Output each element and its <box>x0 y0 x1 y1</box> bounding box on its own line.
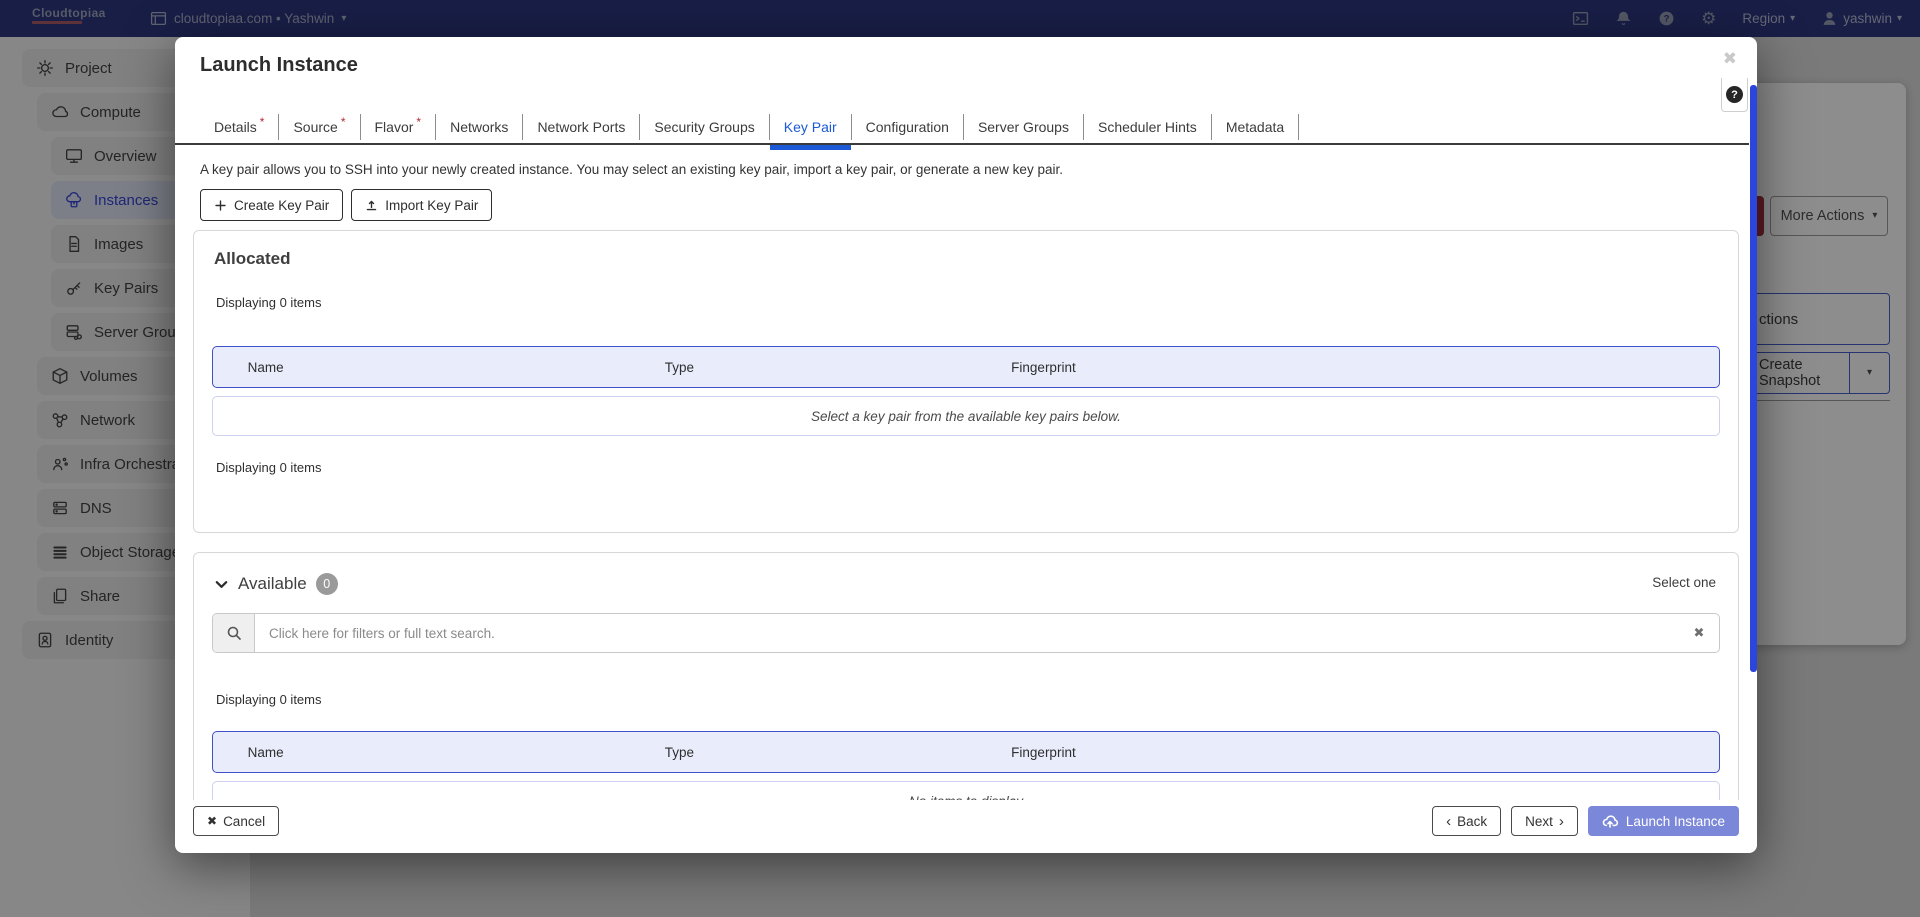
available-panel: Available 0 Select one ✖ Displaying 0 it… <box>193 552 1739 800</box>
clear-search-icon[interactable]: ✖ <box>1679 614 1719 652</box>
allocated-title: Allocated <box>214 249 1738 269</box>
select-one-hint: Select one <box>1652 575 1716 590</box>
available-header: Available 0 Select one <box>214 569 1718 599</box>
search-icon <box>213 614 255 652</box>
create-key-pair-button[interactable]: Create Key Pair <box>200 189 343 221</box>
tab-networks[interactable]: Networks <box>436 111 522 143</box>
key-pair-actions: Create Key Pair Import Key Pair <box>200 189 492 221</box>
filter-search-input[interactable] <box>255 614 1679 652</box>
available-empty-row: No items to display <box>212 781 1720 800</box>
launch-instance-modal: Launch Instance ✖ Details* Source* Flavo… <box>175 37 1757 853</box>
tab-metadata[interactable]: Metadata <box>1212 111 1298 143</box>
tab-network-ports[interactable]: Network Ports <box>523 111 639 143</box>
column-header-name[interactable]: Name <box>248 732 284 772</box>
allocated-panel: Allocated Displaying 0 items Name Type F… <box>193 230 1739 533</box>
required-asterisk: * <box>341 115 346 129</box>
back-button[interactable]: ‹ Back <box>1432 806 1501 836</box>
modal-footer: ✖ Cancel ‹ Back Next › Launch Instance <box>175 800 1757 853</box>
wizard-nav-buttons: ‹ Back Next › Launch Instance <box>1432 806 1739 836</box>
column-header-type[interactable]: Type <box>665 732 694 772</box>
tab-scheduler-hints[interactable]: Scheduler Hints <box>1084 111 1211 143</box>
allocated-table-header: Name Type Fingerprint <box>212 346 1720 388</box>
chevron-down-icon[interactable] <box>214 577 229 592</box>
available-title: Available <box>238 574 307 594</box>
tab-key-pair[interactable]: Key Pair <box>770 111 851 143</box>
application-root: Cloudtopiaa cloudtopiaa.com • Yashwin ▾ … <box>0 0 1920 917</box>
column-header-name[interactable]: Name <box>248 347 284 387</box>
key-pair-step-body: A key pair allows you to SSH into your n… <box>175 147 1757 800</box>
key-pair-description: A key pair allows you to SSH into your n… <box>200 162 1063 177</box>
plus-icon <box>214 199 227 212</box>
upload-icon <box>365 199 378 212</box>
chevron-left-icon: ‹ <box>1446 815 1451 828</box>
tab-flavor[interactable]: Flavor* <box>361 111 436 143</box>
tab-separator <box>1298 114 1299 140</box>
available-table-header: Name Type Fingerprint <box>212 731 1720 773</box>
required-asterisk: * <box>416 115 421 129</box>
column-header-fingerprint[interactable]: Fingerprint <box>1011 732 1076 772</box>
filter-search-bar: ✖ <box>212 613 1720 653</box>
allocated-empty-message: Select a key pair from the available key… <box>811 409 1121 424</box>
tab-security-groups[interactable]: Security Groups <box>640 111 768 143</box>
launch-instance-button[interactable]: Launch Instance <box>1588 806 1739 836</box>
allocated-empty-row: Select a key pair from the available key… <box>212 396 1720 436</box>
chevron-right-icon: › <box>1559 815 1564 828</box>
modal-title: Launch Instance <box>200 54 358 77</box>
help-button[interactable]: ? <box>1721 78 1748 112</box>
required-asterisk: * <box>260 115 265 129</box>
wizard-tab-strip: Details* Source* Flavor* Networks Networ… <box>200 111 1299 143</box>
available-count: Displaying 0 items <box>216 692 1738 707</box>
help-icon: ? <box>1726 86 1743 103</box>
cloud-upload-icon <box>1602 813 1618 829</box>
allocated-count-bottom: Displaying 0 items <box>216 460 1738 475</box>
tab-configuration[interactable]: Configuration <box>852 111 963 143</box>
tab-source[interactable]: Source* <box>279 111 359 143</box>
tab-details[interactable]: Details* <box>200 111 278 143</box>
tab-server-groups[interactable]: Server Groups <box>964 111 1083 143</box>
cancel-button[interactable]: ✖ Cancel <box>193 806 279 836</box>
next-button[interactable]: Next › <box>1511 806 1578 836</box>
import-key-pair-button[interactable]: Import Key Pair <box>351 189 492 221</box>
available-count-badge: 0 <box>316 573 338 595</box>
column-header-fingerprint[interactable]: Fingerprint <box>1011 347 1076 387</box>
close-icon: ✖ <box>207 814 217 828</box>
allocated-count-top: Displaying 0 items <box>216 295 1738 310</box>
tab-underline <box>175 143 1749 145</box>
column-header-type[interactable]: Type <box>665 347 694 387</box>
close-icon[interactable]: ✖ <box>1723 49 1737 69</box>
